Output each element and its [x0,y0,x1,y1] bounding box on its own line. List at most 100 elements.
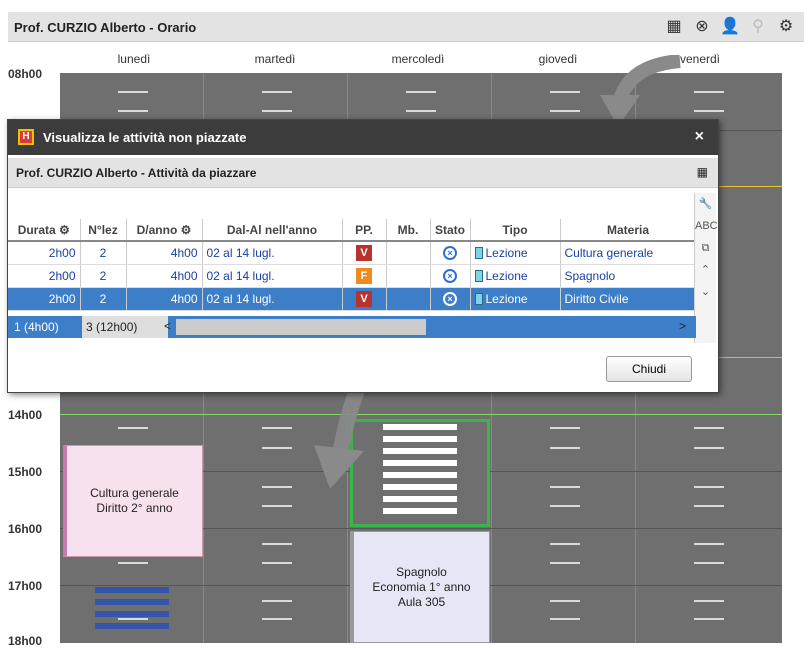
abc-sort-icon[interactable]: ABC [695,215,718,237]
dialog-title-bar: H Visualizza le attività non piazzate × [8,120,718,155]
window-title: Prof. CURZIO Alberto - Orario [14,20,197,35]
person-icon[interactable]: 👤 [720,16,740,36]
lesson-card-wednesday[interactable]: Spagnolo Economia 1° anno Aula 305 [350,531,490,643]
day-header-wednesday: mercoledì [391,52,445,66]
copy-icon[interactable]: ⧉ [695,237,716,259]
cell-pp: V [342,241,387,265]
empty-slot-dash [262,486,292,488]
lesson-card-monday[interactable]: Cultura generale Diritto 2° anno [63,445,203,557]
footer-count-total: 3 (12h00) [82,316,168,338]
table-row[interactable]: 2h00 2 4h00 02 al 14 lugl. V × Lezione Diritto … [8,287,697,311]
scroll-right-button[interactable]: > [679,319,686,333]
empty-slot-dash [694,427,724,429]
empty-slot-dash [262,618,292,620]
scroll-up-icon[interactable]: ⌃ [695,259,716,281]
cell-materia: Cultura generale [560,241,697,265]
empty-slot-dash [262,562,292,564]
lesson-class: Diritto 2° anno [96,501,173,515]
gear-icon[interactable]: ⚙ [776,16,796,36]
cell-tipo: Lezione [470,241,561,265]
gear-icon[interactable]: ⚙ [59,223,70,237]
cell-dal-al: 02 al 14 lugl. [202,241,343,265]
col-pp[interactable]: PP. [342,219,387,242]
col-materia[interactable]: Materia [560,219,697,242]
col-mb[interactable]: Mb. [386,219,431,242]
dialog-subtitle: Prof. CURZIO Alberto - Attività da piazz… [16,166,257,180]
close-icon[interactable]: × [695,128,704,146]
search-icon[interactable]: ⚲ [748,16,768,36]
lesson-type-icon [474,246,483,259]
scroll-down-icon[interactable]: ⌄ [695,281,716,303]
empty-slot-dash [118,110,148,112]
lesson-subject: Spagnolo [396,564,447,579]
gear-icon[interactable]: ⚙ [181,223,192,237]
hour-08: 08h00 [8,67,43,81]
table-row[interactable]: 2h00 2 4h00 02 al 14 lugl. F × Lezione Spagnolo [8,264,697,288]
columns-icon[interactable]: ▦ [697,165,708,179]
empty-slot-dash [550,486,580,488]
empty-slot-dash [406,110,436,112]
hour-15: 15h00 [8,465,43,479]
cell-pp: V [342,287,387,311]
cell-dal-al: 02 al 14 lugl. [202,287,343,311]
empty-slot-dash [406,91,436,93]
empty-slot-dash [694,562,724,564]
empty-slot-dash [694,618,724,620]
cell-durata: 2h00 [8,264,81,288]
col-dal-al[interactable]: Dal-Al nell'anno [202,219,343,242]
empty-slot-dash [694,543,724,545]
day-header-monday: lunedì [117,52,151,66]
lesson-type-icon [474,269,483,282]
cell-materia: Spagnolo [560,264,697,288]
col-durata[interactable]: Durata ⚙ [8,219,81,242]
empty-slot-dash [550,427,580,429]
pp-badge: V [356,290,372,307]
empty-slot-dash [694,600,724,602]
close-button[interactable]: Chiudi [606,356,692,382]
cell-danno: 4h00 [126,287,203,311]
empty-slot-dash [118,562,148,564]
dialog-subtitle-bar: Prof. CURZIO Alberto - Attività da piazz… [8,158,718,188]
empty-slot-dash [262,447,292,449]
table-footer: 1 (4h00) 3 (12h00) < > [8,316,696,338]
scroll-left-button[interactable]: < [164,319,171,333]
empty-slot-dash [262,110,292,112]
col-tipo[interactable]: Tipo [470,219,561,242]
empty-slot-dash [118,91,148,93]
pp-badge: V [356,244,372,261]
empty-slot-dash [262,543,292,545]
cell-nlez: 2 [80,287,127,311]
lesson-preview-monday[interactable] [95,587,169,635]
empty-slot-dash [550,618,580,620]
cancel-icon[interactable]: ⊗ [692,16,712,36]
cell-stato: × [430,287,471,311]
col-danno[interactable]: D/anno ⚙ [126,219,203,242]
empty-slot-dash [262,91,292,93]
wrench-icon[interactable]: 🔧 [695,193,716,215]
status-cancel-icon: × [443,246,457,261]
cell-nlez: 2 [80,241,127,265]
col-nlez[interactable]: N°lez [80,219,127,242]
status-cancel-icon: × [443,292,457,306]
empty-slot-dash [694,447,724,449]
empty-slot-dash [694,486,724,488]
cell-materia: Diritto Civile [560,287,697,311]
lesson-class: Economia 1° anno [372,579,471,594]
col-stato[interactable]: Stato [430,219,471,242]
cell-mb [386,287,431,311]
table-row[interactable]: 2h00 2 4h00 02 al 14 lugl. V × Lezione Cultura … [8,241,697,265]
empty-slot-dash [550,447,580,449]
unplaced-activities-dialog: H Visualizza le attività non piazzate × … [7,119,719,393]
hour-17: 17h00 [8,579,43,593]
horizontal-scrollbar[interactable] [176,319,426,335]
app-logo-icon: H [18,129,34,145]
cell-durata: 2h00 [8,287,81,311]
cell-pp: F [342,264,387,288]
empty-slot-dash [118,427,148,429]
timetable-icon[interactable]: ▦ [664,16,684,36]
cell-mb [386,241,431,265]
empty-slot-dash [550,543,580,545]
hour-16: 16h00 [8,522,43,536]
cell-dal-al: 02 al 14 lugl. [202,264,343,288]
dialog-title: Visualizza le attività non piazzate [43,130,247,145]
